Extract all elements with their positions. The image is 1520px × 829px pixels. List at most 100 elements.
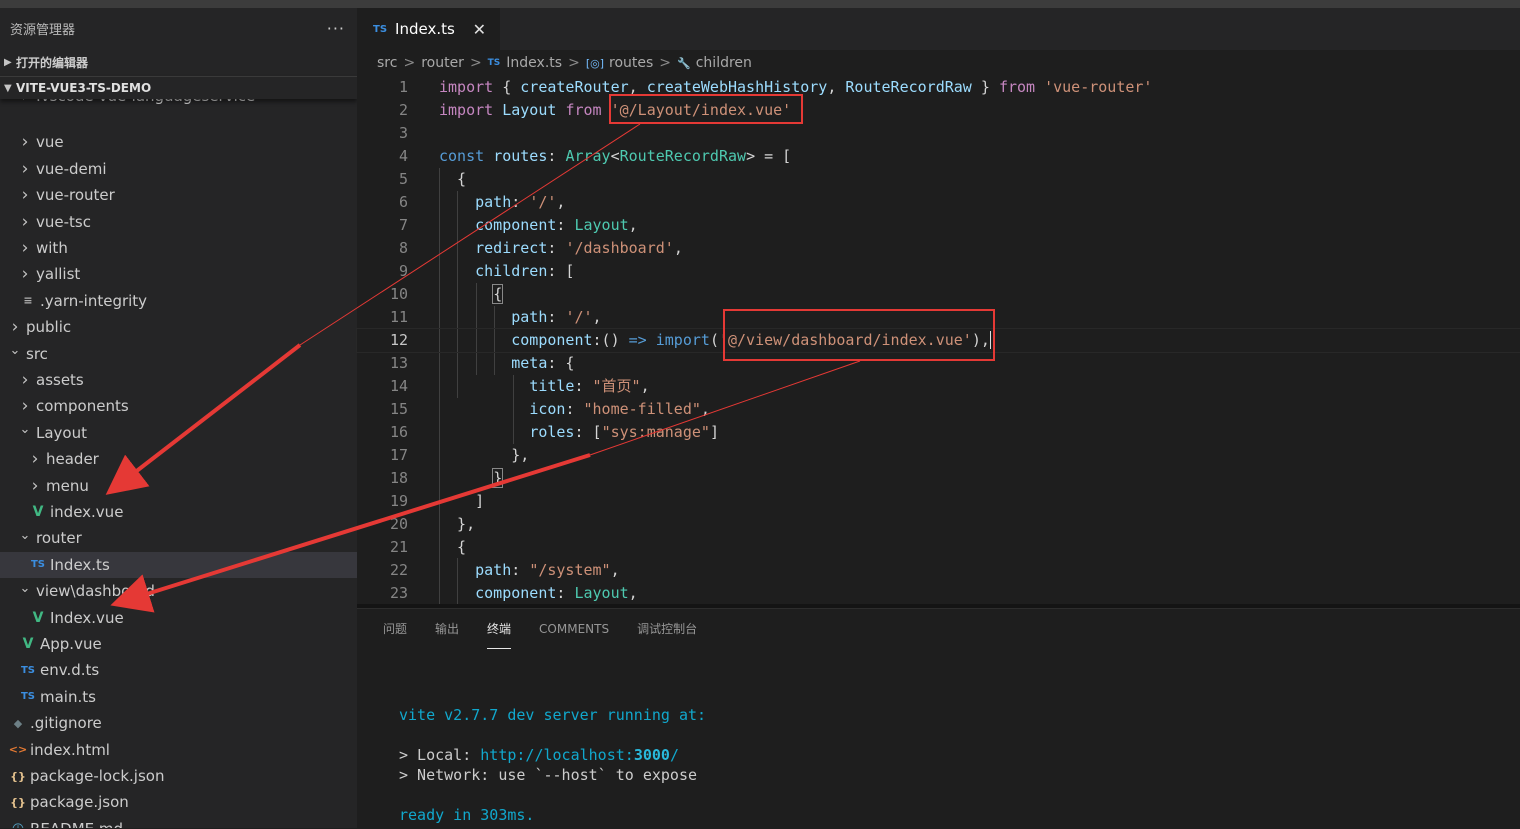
tree-item[interactable]: › header [0,446,357,472]
panel-tab-bar: 问题 输出 终端 COMMENTS 调试控制台 [357,609,1520,649]
tree-item[interactable]: › vue-demi [0,156,357,182]
tree-item[interactable]: V Index.vue [0,605,357,631]
typescript-file-icon: TS [373,23,388,35]
breadcrumb-file[interactable]: Index.ts [506,55,562,71]
bottom-panel: 问题 输出 终端 COMMENTS 调试控制台 vite v2.7.7 dev … [357,608,1520,829]
json-file-icon: {} [10,795,26,809]
tab-problems[interactable]: 问题 [383,609,407,649]
tree-item[interactable]: ⌄ router [0,525,357,551]
code-line: 19 ] [389,492,485,510]
tree-item[interactable]: ⌄ view\dashboard [0,578,357,604]
tree-item[interactable]: <> index.html [0,737,357,763]
tree-item[interactable]: {} package-lock.json [0,763,357,789]
terminal-output[interactable]: vite v2.7.7 dev server running at: > Loc… [399,705,706,825]
terminal-line: vite v2.7.7 dev server running at: [399,706,707,724]
project-name: VITE-VUE3-TS-DEMO [16,81,152,95]
code-line: 17 }, [389,446,530,464]
html-file-icon: <> [8,743,28,757]
explorer-sidebar: 资源管理器 ··· ▶ 打开的编辑器 ▼ VITE-VUE3-TS-DEMO ›… [0,8,357,828]
tree-item-label: .gitignore [30,714,102,733]
tree-item[interactable]: › yallist [0,261,357,287]
tree-item[interactable]: TS main.ts [0,684,357,710]
breadcrumb-separator: > [568,55,580,71]
code-line: 7 component: Layout, [398,216,638,234]
tab-comments[interactable]: COMMENTS [539,609,609,649]
breadcrumb-src[interactable]: src [377,55,397,71]
vue-file-icon: V [32,609,44,626]
code-line: 10 { [389,284,504,304]
tree-item-label: Index.vue [50,608,124,627]
tab-index-ts[interactable]: TS Index.ts ✕ [357,8,500,50]
tree-item-label: vue-tsc [36,212,91,231]
chevron-down-icon: ⌄ [19,422,31,438]
close-icon[interactable]: ✕ [473,20,486,39]
tree-item[interactable]: Vindex.vue [0,499,357,525]
more-actions-icon[interactable]: ··· [327,19,345,38]
chevron-down-icon: ⌄ [9,343,21,359]
breadcrumb-routes[interactable]: routes [609,55,653,71]
code-line: 23 component: Layout, [389,584,638,602]
tree-item[interactable]: TS Index.ts [0,551,357,578]
tree-item[interactable]: › with [0,235,357,261]
tree-item[interactable]: › components [0,393,357,419]
chevron-right-icon: ▶ [4,56,12,68]
chevron-down-icon: ⌄ [19,580,31,596]
tree-item-label: assets [36,371,84,389]
project-section[interactable]: ▼ VITE-VUE3-TS-DEMO [0,76,357,99]
tree-item[interactable]: › assets [0,367,357,393]
tree-item[interactable]: ◆ .gitignore [0,710,357,736]
tab-terminal[interactable]: 终端 [487,609,512,649]
chevron-right-icon: › [21,370,29,390]
wrench-icon: 🔧 [677,56,691,70]
code-line: 2 import Layout from '@/Layout/index.vue' [398,101,792,119]
tree-item[interactable]: ⌄ Layout [0,420,357,446]
tree-item[interactable]: V App.vue [0,631,357,657]
title-bar [0,0,1520,8]
terminal-line: > Local: http://localhost:3000/ [399,746,679,764]
tree-item-label: package.json [30,793,129,812]
open-editors-section[interactable]: ▶ 打开的编辑器 [0,48,357,76]
tree-item-label: Index.ts [50,555,110,574]
tree-item[interactable]: › vue [0,129,357,155]
tab-debug-console[interactable]: 调试控制台 [637,609,697,649]
tree-item-label: main.ts [40,687,96,706]
tree-item-label: src [26,344,48,363]
tree-item-label: menu [46,476,89,495]
breadcrumb-children[interactable]: children [696,55,752,71]
chevron-right-icon: › [21,238,29,258]
chevron-right-icon: › [31,449,39,470]
tree-item[interactable]: › public [0,314,357,340]
code-line: 4 const routes: Array<RouteRecordRaw> = [ [398,147,792,165]
md-file-icon: ⓘ [8,821,28,828]
explorer-title: 资源管理器 [10,22,76,38]
local-port[interactable]: 3000 [634,746,670,764]
ts-file-icon: TS [20,691,36,703]
tree-item-label: public [26,318,72,337]
tree-item[interactable]: › vue-router [0,182,357,208]
tree-item-label: vue-router [36,186,115,205]
tree-item[interactable]: ⌄ src [0,341,357,367]
tab-output[interactable]: 输出 [435,609,459,649]
terminal-blank [399,725,706,745]
terminal-line: ready in 303ms. [399,806,535,824]
tree-item-label: .yarn-integrity [40,291,148,310]
terminal-blank [399,785,706,805]
tree-item[interactable]: ⓘREADME.md [0,816,357,828]
chevron-right-icon: › [21,158,29,179]
tree-item[interactable]: {} package.json [0,789,357,815]
chevron-down-icon: ▼ [4,82,12,94]
open-editors-label: 打开的编辑器 [16,55,89,70]
tree-item[interactable]: ≡ .yarn-integrity [0,288,357,314]
chevron-right-icon: › [31,475,39,496]
tree-item[interactable]: TS env.d.ts [0,657,357,683]
tab-bar: TS Index.ts ✕ [357,8,1520,50]
code-line: 9 children: [ [398,262,575,280]
tree-item[interactable]: › vue-tsc [0,209,357,235]
tree-item[interactable]: › menu [0,473,357,499]
vue-file-icon: V [22,636,34,652]
local-url[interactable]: http://localhost: [480,746,634,764]
code-line: 6 path: '/', [398,193,566,211]
code-line: 8 redirect: '/dashboard', [398,239,683,257]
breadcrumb-router[interactable]: router [421,55,464,71]
code-line: 21 { [389,538,467,556]
